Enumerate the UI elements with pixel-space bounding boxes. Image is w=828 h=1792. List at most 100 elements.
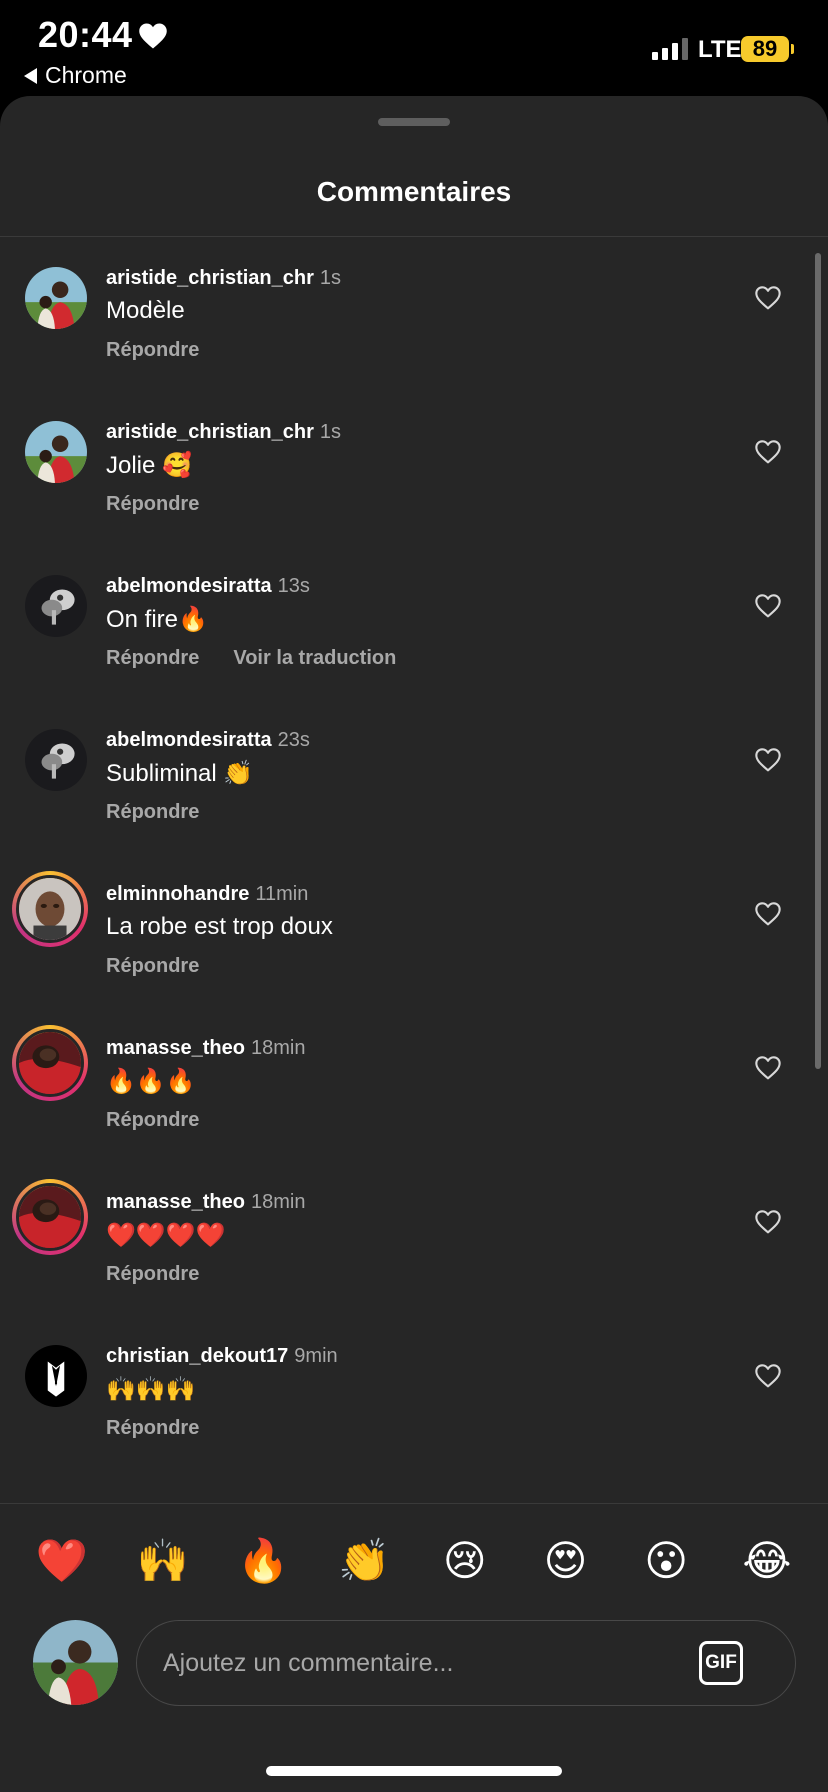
comment-item: manasse_theo 18min 🔥🔥🔥 Répondre bbox=[0, 1007, 828, 1161]
reply-button[interactable]: Répondre bbox=[106, 1417, 199, 1440]
comment-text: Subliminal 👏 bbox=[106, 760, 254, 787]
heart-outline-icon bbox=[755, 748, 781, 772]
red-heart-emoji[interactable]: ❤️ bbox=[32, 1534, 92, 1588]
comment-username[interactable]: manasse_theo bbox=[106, 1191, 245, 1213]
my-avatar bbox=[33, 1620, 118, 1705]
commenter-avatar[interactable] bbox=[25, 267, 87, 329]
reply-button[interactable]: Répondre bbox=[106, 493, 199, 516]
translate-button[interactable]: Voir la traduction bbox=[233, 647, 396, 670]
reply-button[interactable]: Répondre bbox=[106, 955, 199, 978]
clapping-hands-emoji[interactable]: 👏 bbox=[334, 1534, 394, 1588]
commenter-avatar[interactable] bbox=[12, 871, 88, 947]
comment-username[interactable]: aristide_christian_chr bbox=[106, 421, 314, 443]
comment-text: Modèle bbox=[106, 297, 185, 324]
comment-item: christian_dekout17 9min 🙌🙌🙌 Répondre bbox=[0, 1315, 828, 1469]
battery-icon: 89 bbox=[741, 36, 789, 62]
comment-meta: manasse_theo 18min bbox=[106, 1037, 305, 1060]
comment-time: 11min bbox=[255, 883, 309, 905]
commenter-avatar[interactable] bbox=[25, 421, 87, 483]
comment-actions: Répondre bbox=[106, 801, 199, 824]
comment-time: 9min bbox=[294, 1345, 338, 1367]
comment-time: 13s bbox=[277, 575, 310, 597]
comments-list[interactable]: aristide_christian_chr 1s Modèle Répondre ar… bbox=[0, 237, 828, 1503]
like-comment-button[interactable] bbox=[754, 439, 782, 465]
fire-emoji[interactable]: 🔥 bbox=[233, 1534, 293, 1588]
commenter-avatar[interactable] bbox=[12, 1025, 88, 1101]
comment-text: ❤️❤️❤️❤️ bbox=[106, 1222, 226, 1249]
commenter-avatar[interactable] bbox=[25, 1345, 87, 1407]
comment-time: 23s bbox=[277, 729, 310, 751]
heart-outline-icon bbox=[755, 1364, 781, 1388]
reply-button[interactable]: Répondre bbox=[106, 1109, 199, 1132]
like-comment-button[interactable] bbox=[754, 1363, 782, 1389]
comment-time: 1s bbox=[319, 421, 341, 443]
comment-text: La robe est trop doux bbox=[106, 913, 333, 940]
reply-button[interactable]: Répondre bbox=[106, 647, 199, 670]
emoji-quick-bar: ❤️ 🙌 🔥 👏 😢 😍 😮 😂 bbox=[0, 1503, 828, 1603]
heart-status-icon bbox=[139, 23, 167, 49]
laughing-tears-emoji[interactable]: 😂 bbox=[737, 1534, 797, 1588]
reply-button[interactable]: Répondre bbox=[106, 1263, 199, 1286]
heart-outline-icon bbox=[755, 1056, 781, 1080]
status-time: 20:44 bbox=[38, 14, 133, 55]
like-comment-button[interactable] bbox=[754, 593, 782, 619]
crying-face-emoji[interactable]: 😢 bbox=[435, 1534, 495, 1588]
like-comment-button[interactable] bbox=[754, 1209, 782, 1235]
comment-item: manasse_theo 18min ❤️❤️❤️❤️ Répondre bbox=[0, 1161, 828, 1315]
home-indicator[interactable] bbox=[266, 1766, 562, 1776]
heart-outline-icon bbox=[755, 594, 781, 618]
like-comment-button[interactable] bbox=[754, 285, 782, 311]
comment-username[interactable]: abelmondesiratta bbox=[106, 575, 272, 597]
comment-meta: aristide_christian_chr 1s bbox=[106, 421, 341, 444]
commenter-avatar[interactable] bbox=[12, 1179, 88, 1255]
back-app-label: Chrome bbox=[45, 62, 127, 88]
comment-input-box[interactable]: GIF bbox=[136, 1620, 796, 1706]
comment-text: 🙌🙌🙌 bbox=[106, 1376, 196, 1403]
comment-text: 🔥🔥🔥 bbox=[106, 1068, 196, 1095]
gif-button[interactable]: GIF bbox=[699, 1641, 743, 1685]
comment-username[interactable]: elminnohandre bbox=[106, 883, 249, 905]
reply-button[interactable]: Répondre bbox=[106, 801, 199, 824]
heart-eyes-emoji[interactable]: 😍 bbox=[536, 1534, 596, 1588]
comment-item: aristide_christian_chr 1s Jolie 🥰 Répondre bbox=[0, 391, 828, 545]
reply-button[interactable]: Répondre bbox=[106, 339, 199, 362]
comment-meta: christian_dekout17 9min bbox=[106, 1345, 338, 1368]
comment-meta: abelmondesiratta 23s bbox=[106, 729, 310, 752]
comment-time: 1s bbox=[319, 267, 341, 289]
comments-sheet: Commentaires aristide_christian_chr 1s Mod… bbox=[0, 96, 828, 1792]
comment-actions: Répondre bbox=[106, 955, 199, 978]
comment-actions: Répondre bbox=[106, 1417, 199, 1440]
comment-text: Jolie 🥰 bbox=[106, 452, 192, 479]
comment-username[interactable]: abelmondesiratta bbox=[106, 729, 272, 751]
comment-meta: abelmondesiratta 13s bbox=[106, 575, 310, 598]
comment-item: elminnohandre 11min La robe est trop doux R… bbox=[0, 853, 828, 1007]
comment-actions: Répondre Voir la traduction bbox=[106, 647, 396, 670]
like-comment-button[interactable] bbox=[754, 747, 782, 773]
heart-outline-icon bbox=[755, 902, 781, 926]
comment-meta: elminnohandre 11min bbox=[106, 883, 308, 906]
comment-username[interactable]: aristide_christian_chr bbox=[106, 267, 314, 289]
back-to-app-link[interactable]: Chrome bbox=[24, 62, 127, 89]
back-triangle-icon bbox=[24, 67, 37, 84]
heart-outline-icon bbox=[755, 286, 781, 310]
raised-hands-emoji[interactable]: 🙌 bbox=[133, 1534, 193, 1588]
comment-username[interactable]: christian_dekout17 bbox=[106, 1345, 288, 1367]
comment-username[interactable]: manasse_theo bbox=[106, 1037, 245, 1059]
sheet-grabber[interactable] bbox=[378, 118, 450, 126]
comment-actions: Répondre bbox=[106, 1109, 199, 1132]
commenter-avatar[interactable] bbox=[25, 575, 87, 637]
comment-actions: Répondre bbox=[106, 1263, 199, 1286]
comment-item: aristide_christian_chr 1s Modèle Répondre bbox=[0, 237, 828, 391]
comment-input[interactable] bbox=[163, 1643, 663, 1683]
heart-outline-icon bbox=[755, 1210, 781, 1234]
sheet-title: Commentaires bbox=[316, 176, 512, 207]
like-comment-button[interactable] bbox=[754, 901, 782, 927]
comment-meta: manasse_theo 18min bbox=[106, 1191, 305, 1214]
commenter-avatar[interactable] bbox=[25, 729, 87, 791]
comment-text: On fire🔥 bbox=[106, 606, 208, 633]
comment-time: 18min bbox=[250, 1191, 306, 1213]
like-comment-button[interactable] bbox=[754, 1055, 782, 1081]
comment-actions: Répondre bbox=[106, 339, 199, 362]
surprised-face-emoji[interactable]: 😮 bbox=[636, 1534, 696, 1588]
network-label: LTE bbox=[698, 36, 742, 63]
